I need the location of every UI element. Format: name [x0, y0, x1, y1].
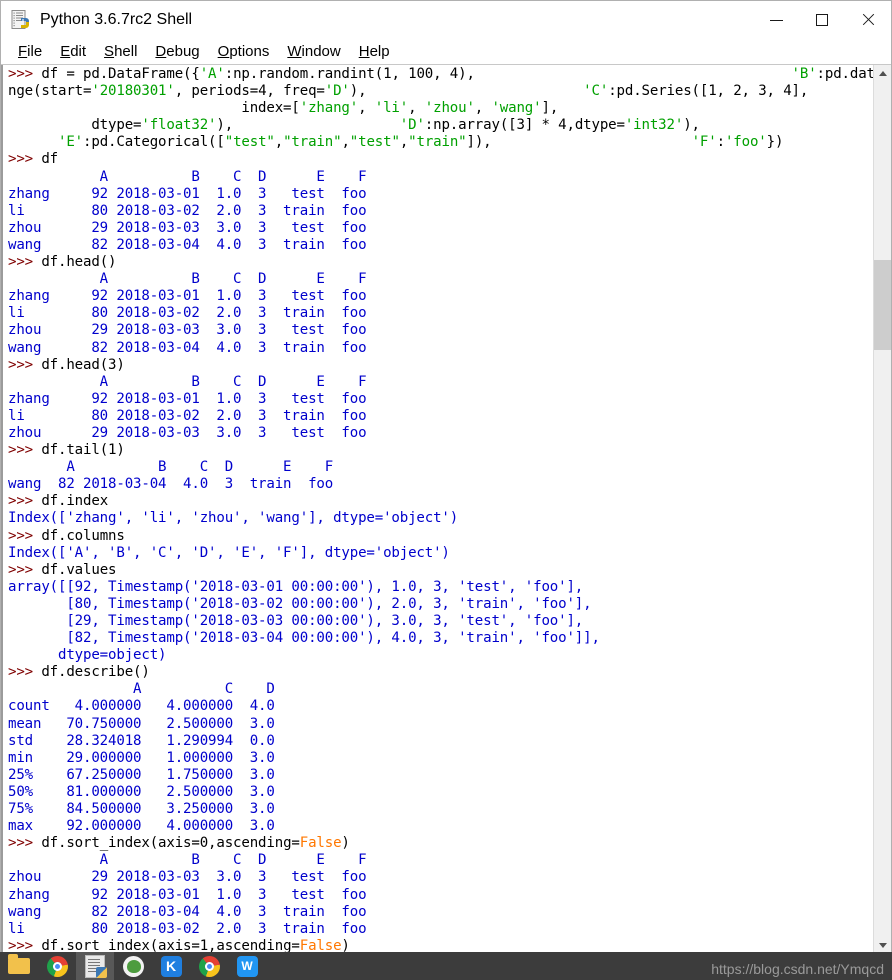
scrollbar-thumb[interactable] — [874, 260, 891, 350]
chevron-down-icon — [878, 943, 887, 948]
console-output-line: zhang 92 2018-03-01 1.0 3 test foo — [8, 886, 367, 903]
console-output-line: std 28.324018 1.290994 0.0 — [8, 732, 275, 749]
maximize-icon — [816, 14, 828, 26]
console-input-line: >>> df.columns — [8, 527, 125, 544]
chrome-icon[interactable] — [38, 952, 76, 980]
watermark: https://blog.csdn.net/Ymqcd — [711, 961, 884, 977]
console-output-line: count 4.000000 4.000000 4.0 — [8, 698, 275, 715]
console-output-line: Index(['A', 'B', 'C', 'D', 'E', 'F'], dt… — [8, 544, 450, 561]
console-input-line: >>> df.sort_index(axis=1,ascending=False… — [8, 937, 350, 952]
console-output-line: dtype=object) — [8, 647, 167, 664]
wps-writer-icon[interactable]: W — [228, 952, 266, 980]
menu-item-file[interactable]: File — [9, 42, 51, 62]
menu-item-edit[interactable]: Edit — [51, 42, 95, 62]
kingsoft-icon[interactable]: K — [152, 952, 190, 980]
console-input-line: >>> df.values — [8, 561, 117, 578]
console-input-line: >>> df.index — [8, 493, 109, 510]
console-output-line: max 92.000000 4.000000 3.0 — [8, 818, 275, 835]
chevron-up-icon — [878, 71, 887, 76]
title-bar: Python 3.6.7rc2 Shell — [1, 1, 891, 39]
console-output-line: A B C D E F — [8, 168, 367, 185]
menu-item-debug[interactable]: Debug — [146, 42, 208, 62]
console-output-line: zhou 29 2018-03-03 3.0 3 test foo — [8, 424, 367, 441]
file-explorer-icon[interactable] — [0, 952, 38, 980]
console-output-line: li 80 2018-03-02 2.0 3 train foo — [8, 202, 367, 219]
chrome-icon-2[interactable] — [190, 952, 228, 980]
window-title: Python 3.6.7rc2 Shell — [40, 11, 193, 28]
minimize-button[interactable] — [753, 1, 799, 39]
window-controls — [753, 1, 891, 39]
console-output-line: zhang 92 2018-03-01 1.0 3 test foo — [8, 390, 367, 407]
python-idle-icon — [10, 9, 32, 31]
menu-bar: File Edit Shell Debug Options Window Hel… — [1, 39, 891, 65]
taskbar: K W https://blog.csdn.net/Ymqcd — [0, 952, 892, 980]
console-output[interactable]: >>> df = pd.DataFrame({'A':np.random.ran… — [5, 66, 873, 952]
console-output-line: A B C D E F — [8, 373, 367, 390]
console-output-line: [29, Timestamp('2018-03-03 00:00:00'), 3… — [8, 613, 584, 629]
console-input-line: 'E':pd.Categorical(["test","train","test… — [58, 134, 784, 151]
console-input-line: >>> df = pd.DataFrame({'A':np.random.ran… — [8, 66, 873, 82]
console-output-line: Index(['zhang', 'li', 'zhou', 'wang'], d… — [8, 510, 459, 527]
console-output-line: [80, Timestamp('2018-03-02 00:00:00'), 2… — [8, 595, 592, 612]
console-input-line: >>> df — [8, 151, 59, 168]
scroll-up-button[interactable] — [874, 65, 891, 82]
scroll-down-button[interactable] — [874, 937, 891, 952]
console-output-line: wang 82 2018-03-04 4.0 3 train foo — [8, 339, 367, 356]
console-output-line: mean 70.750000 2.500000 3.0 — [8, 715, 275, 732]
console-output-line: zhang 92 2018-03-01 1.0 3 test foo — [8, 288, 367, 305]
console-output-line: A B C D E F — [8, 852, 367, 869]
console-input-line: index=['zhang', 'li', 'zhou', 'wang'], — [8, 100, 559, 117]
console-output-line: 25% 67.250000 1.750000 3.0 — [8, 766, 275, 783]
console-output-line: min 29.000000 1.000000 3.0 — [8, 749, 275, 766]
console-input-line: dtype='float32'), 'D':np.array([3] * 4,d… — [8, 117, 700, 134]
console-input-line: nge(start='20180301', periods=4, freq='D… — [8, 83, 809, 100]
console-input-line: >>> df.describe() — [8, 664, 150, 681]
console-input-line: >>> df.head(3) — [8, 356, 125, 373]
menu-item-shell[interactable]: Shell — [95, 42, 146, 62]
console-output-line: zhou 29 2018-03-03 3.0 3 test foo — [8, 869, 367, 886]
python-idle-icon[interactable] — [76, 952, 114, 980]
console-input-line: >>> df.head() — [8, 254, 117, 271]
console-output-line: zhang 92 2018-03-01 1.0 3 test foo — [8, 185, 367, 202]
console-output-line: li 80 2018-03-02 2.0 3 train foo — [8, 407, 367, 424]
console-output-line: wang 82 2018-03-04 4.0 3 train foo — [8, 476, 334, 493]
console-output-line: wang 82 2018-03-04 4.0 3 train foo — [8, 236, 367, 253]
console-output-line: 75% 84.500000 3.250000 3.0 — [8, 801, 275, 818]
menu-item-window[interactable]: Window — [278, 42, 349, 62]
menu-item-options[interactable]: Options — [209, 42, 279, 62]
wps-label: W — [236, 955, 258, 977]
console-input-line: >>> df.sort_index(axis=0,ascending=False… — [8, 835, 350, 852]
console-output-line: zhou 29 2018-03-03 3.0 3 test foo — [8, 322, 367, 339]
console-output-line: zhou 29 2018-03-03 3.0 3 test foo — [8, 219, 367, 236]
close-button[interactable] — [845, 1, 891, 39]
close-icon — [861, 13, 875, 27]
console-output-line: A B C D E F — [8, 271, 367, 288]
shell-body: >>> df = pd.DataFrame({'A':np.random.ran… — [1, 65, 891, 952]
console-output-line: li 80 2018-03-02 2.0 3 train foo — [8, 305, 367, 322]
console-output-line: wang 82 2018-03-04 4.0 3 train foo — [8, 903, 367, 920]
menu-item-help[interactable]: Help — [350, 42, 399, 62]
mindmap-icon[interactable] — [114, 952, 152, 980]
console-output-line: A C D — [8, 681, 275, 698]
console-output-line: 50% 81.000000 2.500000 3.0 — [8, 783, 275, 800]
minimize-icon — [769, 19, 783, 21]
console-output-line: [82, Timestamp('2018-03-04 00:00:00'), 4… — [8, 630, 600, 647]
console-output-line: array([[92, Timestamp('2018-03-01 00:00:… — [8, 578, 584, 595]
console-output-line: A B C D E F — [8, 459, 334, 476]
maximize-button[interactable] — [799, 1, 845, 39]
console-text-area[interactable]: >>> df = pd.DataFrame({'A':np.random.ran… — [1, 65, 873, 952]
vertical-scrollbar[interactable] — [873, 65, 891, 952]
console-input-line: >>> df.tail(1) — [8, 442, 125, 459]
kingsoft-label: K — [160, 955, 182, 977]
console-output-line: li 80 2018-03-02 2.0 3 train foo — [8, 920, 367, 937]
python-shell-window: Python 3.6.7rc2 Shell File Edit Shell De… — [0, 0, 892, 952]
